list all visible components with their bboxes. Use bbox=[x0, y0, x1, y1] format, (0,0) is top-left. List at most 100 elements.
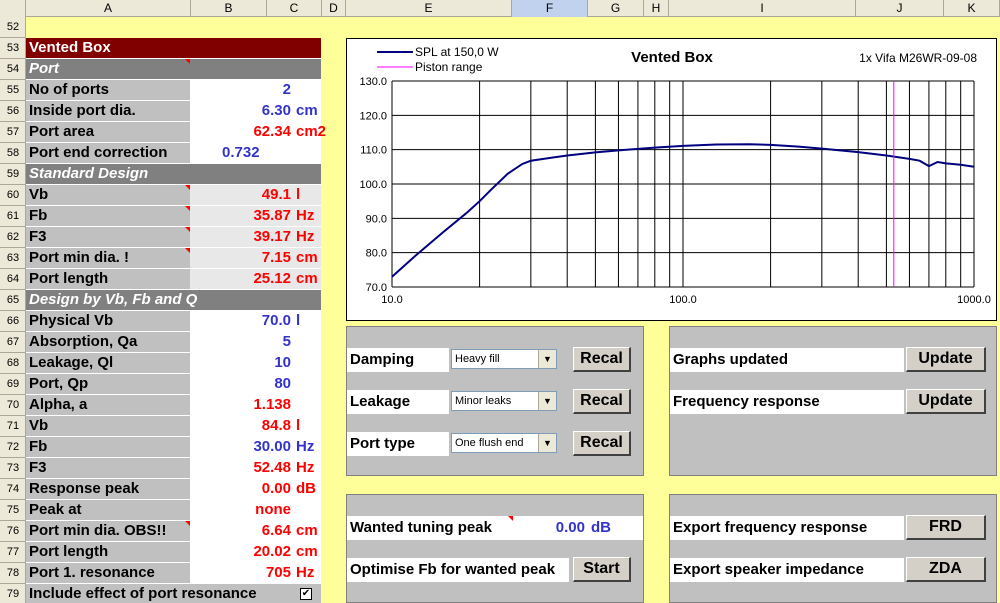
row-header[interactable]: 63 bbox=[0, 248, 26, 269]
port-end-correction-value[interactable]: 0.732 bbox=[222, 143, 260, 163]
row-header[interactable]: 53 bbox=[0, 38, 26, 59]
physical-vb-cell[interactable]: 70.0 l bbox=[190, 311, 321, 331]
row-header[interactable]: 60 bbox=[0, 185, 26, 206]
damping-recal-button[interactable]: Recal bbox=[573, 347, 631, 372]
inside-port-dia-cell[interactable]: 6.30 cm bbox=[190, 101, 321, 121]
leakage-row: Leakage, Ql 10 bbox=[26, 353, 321, 374]
chevron-down-icon[interactable]: ▼ bbox=[538, 434, 556, 452]
row-header[interactable]: 66 bbox=[0, 311, 26, 332]
row-header[interactable]: 75 bbox=[0, 500, 26, 521]
settings-panel: Damping Heavy fill ▼ Recal Leakage Minor … bbox=[346, 326, 644, 476]
inside-port-dia-value[interactable]: 6.30 bbox=[262, 101, 291, 121]
column-header-b[interactable]: B bbox=[191, 0, 267, 17]
port-type-recal-button[interactable]: Recal bbox=[573, 431, 631, 456]
response-peak-label: Response peak bbox=[26, 479, 190, 499]
absorption-cell[interactable]: 5 bbox=[190, 332, 321, 352]
port-length-label: Port length bbox=[26, 269, 190, 289]
port-end-correction-cell[interactable]: 0.732 bbox=[190, 143, 321, 163]
row-header[interactable]: 72 bbox=[0, 437, 26, 458]
no-of-ports-cell[interactable]: 2 bbox=[190, 80, 321, 100]
row-header[interactable]: 77 bbox=[0, 542, 26, 563]
row-header[interactable]: 64 bbox=[0, 269, 26, 290]
fb2-cell[interactable]: 30.00 Hz bbox=[190, 437, 321, 457]
alpha-row: Alpha, a 1.138 bbox=[26, 395, 321, 416]
fb-row: Fb 35.87 Hz bbox=[26, 206, 321, 227]
fb-label: Fb bbox=[26, 206, 190, 226]
column-header-a[interactable]: A bbox=[26, 0, 191, 17]
chevron-down-icon[interactable]: ▼ bbox=[538, 392, 556, 410]
vb2-cell: 84.8 l bbox=[190, 416, 321, 436]
port-qp-row: Port, Qp 80 bbox=[26, 374, 321, 395]
row-header[interactable]: 79 bbox=[0, 584, 26, 603]
column-header-f[interactable]: F bbox=[512, 0, 588, 17]
port-qp-cell[interactable]: 80 bbox=[190, 374, 321, 394]
select-all-corner[interactable] bbox=[0, 0, 26, 17]
chart-title: Vented Box bbox=[631, 49, 713, 66]
column-header-g[interactable]: G bbox=[588, 0, 644, 17]
row-header[interactable]: 69 bbox=[0, 374, 26, 395]
column-header-k[interactable]: K bbox=[944, 0, 1000, 17]
port-type-dropdown[interactable]: One flush end ▼ bbox=[451, 433, 557, 453]
export-zda-button[interactable]: ZDA bbox=[906, 557, 986, 582]
row-header[interactable]: 61 bbox=[0, 206, 26, 227]
row-header[interactable]: 73 bbox=[0, 458, 26, 479]
frequency-response-chart[interactable]: Vented Box 1x Vifa M26WR-09-08 SPL at 15… bbox=[346, 38, 997, 321]
damping-dropdown[interactable]: Heavy fill ▼ bbox=[451, 349, 557, 369]
leakage-recal-button[interactable]: Recal bbox=[573, 389, 631, 414]
fb2-value[interactable]: 30.00 bbox=[253, 437, 291, 457]
graphs-update-button[interactable]: Update bbox=[906, 347, 986, 372]
row-header[interactable]: 54 bbox=[0, 59, 26, 80]
optimise-label: Optimise Fb for wanted peak bbox=[347, 558, 569, 582]
wanted-tuning-peak-value[interactable]: 0.00 bbox=[556, 516, 585, 540]
row-header[interactable]: 70 bbox=[0, 395, 26, 416]
include-effect-row: Include effect of port resonance ✔ bbox=[26, 584, 321, 603]
column-header-d[interactable]: D bbox=[322, 0, 346, 17]
leakage-value[interactable]: 10 bbox=[274, 353, 291, 373]
comment-marker-icon bbox=[185, 59, 190, 64]
row-header[interactable]: 55 bbox=[0, 80, 26, 101]
include-effect-checkbox[interactable]: ✔ bbox=[300, 588, 312, 600]
row-header[interactable]: 78 bbox=[0, 563, 26, 584]
row-header[interactable]: 65 bbox=[0, 290, 26, 311]
inside-port-dia-label: Inside port dia. bbox=[26, 101, 190, 121]
row-header[interactable]: 68 bbox=[0, 353, 26, 374]
row-header[interactable]: 71 bbox=[0, 416, 26, 437]
row-header[interactable]: 62 bbox=[0, 227, 26, 248]
f3-cell: 39.17 Hz bbox=[190, 227, 321, 247]
row-header[interactable]: 56 bbox=[0, 101, 26, 122]
no-of-ports-value[interactable]: 2 bbox=[283, 80, 291, 100]
row-header[interactable]: 74 bbox=[0, 479, 26, 500]
optimise-start-button[interactable]: Start bbox=[573, 557, 631, 582]
row-header[interactable]: 67 bbox=[0, 332, 26, 353]
row-header[interactable]: 52 bbox=[0, 17, 26, 38]
row-header[interactable]: 59 bbox=[0, 164, 26, 185]
chevron-down-icon[interactable]: ▼ bbox=[538, 350, 556, 368]
y-tick-label: 120.0 bbox=[359, 110, 387, 122]
column-header-e[interactable]: E bbox=[346, 0, 512, 17]
column-header-c[interactable]: C bbox=[267, 0, 322, 17]
update-panel: Graphs updated Update Frequency response… bbox=[669, 326, 997, 476]
row-header[interactable]: 57 bbox=[0, 122, 26, 143]
vb-row: Vb 49.1 l bbox=[26, 185, 321, 206]
vb2-unit: l bbox=[296, 417, 301, 434]
column-header-i[interactable]: I bbox=[669, 0, 856, 17]
port-length-row: Port length 25.12 cm bbox=[26, 269, 321, 290]
vb2-value: 84.8 bbox=[261, 417, 291, 434]
wanted-tuning-peak-cell[interactable]: 0.00 dB bbox=[513, 516, 643, 540]
row-header[interactable]: 76 bbox=[0, 521, 26, 542]
leakage-label: Leakage bbox=[347, 390, 449, 414]
export-panel: Export frequency response FRD Export spe… bbox=[669, 494, 997, 603]
frequency-update-button[interactable]: Update bbox=[906, 389, 986, 414]
export-frd-button[interactable]: FRD bbox=[906, 515, 986, 540]
physical-vb-value[interactable]: 70.0 bbox=[262, 311, 291, 331]
column-header-h[interactable]: H bbox=[644, 0, 669, 17]
row-header[interactable]: 58 bbox=[0, 143, 26, 164]
absorption-value[interactable]: 5 bbox=[283, 332, 291, 352]
column-header-j[interactable]: J bbox=[856, 0, 944, 17]
y-tick-label: 80.0 bbox=[366, 248, 387, 260]
leakage-cell[interactable]: 10 bbox=[190, 353, 321, 373]
spreadsheet-window: A B C D E F G H I J K 52 53 54 55 56 57 58 59 60… bbox=[0, 0, 1000, 603]
port-qp-value[interactable]: 80 bbox=[274, 374, 291, 394]
f3-2-label: F3 bbox=[26, 458, 190, 478]
leakage-dropdown[interactable]: Minor leaks ▼ bbox=[451, 391, 557, 411]
